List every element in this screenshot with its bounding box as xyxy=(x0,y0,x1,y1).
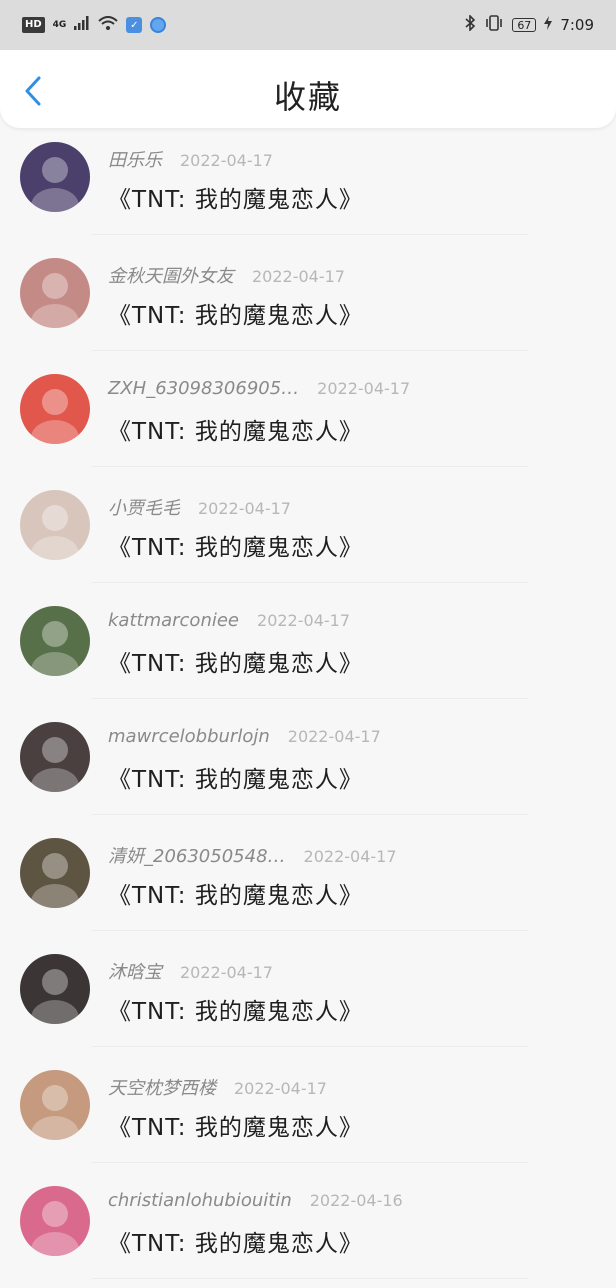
favorite-date: 2022-04-17 xyxy=(257,611,350,630)
divider xyxy=(92,1046,528,1047)
username[interactable]: mawrcelobburlojn xyxy=(108,726,270,747)
divider xyxy=(92,930,528,931)
hd-badge: HD xyxy=(22,17,45,33)
avatar[interactable] xyxy=(20,1186,90,1256)
favorite-item[interactable]: 金秋天圄外女友 2022-04-17 《TNT: 我的魔鬼恋人》 xyxy=(0,244,616,360)
divider xyxy=(92,1162,528,1163)
battery-icon: 67 xyxy=(512,18,537,32)
avatar[interactable] xyxy=(20,838,90,908)
work-title[interactable]: 《TNT: 我的魔鬼恋人》 xyxy=(108,992,363,1026)
status-bar-right: 67 7:09 xyxy=(464,14,594,35)
avatar[interactable] xyxy=(20,258,90,328)
username[interactable]: 清妍_2063050548… xyxy=(108,842,286,868)
item-meta: 天空枕梦西楼 2022-04-17 xyxy=(108,1074,327,1100)
item-meta: 沐晗宝 2022-04-17 xyxy=(108,958,273,984)
favorite-date: 2022-04-17 xyxy=(180,151,273,170)
work-title[interactable]: 《TNT: 我的魔鬼恋人》 xyxy=(108,1108,363,1142)
avatar[interactable] xyxy=(20,142,90,212)
work-title[interactable]: 《TNT: 我的魔鬼恋人》 xyxy=(108,412,363,446)
page-title: 收藏 xyxy=(273,78,342,116)
divider xyxy=(92,582,528,583)
divider xyxy=(92,466,528,467)
globe-icon xyxy=(150,17,167,33)
favorite-date: 2022-04-16 xyxy=(309,1191,403,1210)
favorite-date: 2022-04-17 xyxy=(317,379,411,398)
avatar[interactable] xyxy=(20,374,90,444)
favorite-date: 2022-04-17 xyxy=(287,727,381,746)
favorite-item[interactable]: ZXH_63098306905… 2022-04-17 《TNT: 我的魔鬼恋人… xyxy=(0,360,616,476)
work-title[interactable]: 《TNT: 我的魔鬼恋人》 xyxy=(108,876,363,910)
favorite-item[interactable]: christianlohubiouitin 2022-04-16 《TNT: 我… xyxy=(0,1172,616,1288)
favorite-date: 2022-04-17 xyxy=(303,847,397,866)
wifi-icon xyxy=(98,16,118,34)
app-header: 收藏 xyxy=(0,50,616,128)
work-title[interactable]: 《TNT: 我的魔鬼恋人》 xyxy=(108,1224,363,1258)
status-bar-left: HD 4G ✓ xyxy=(22,16,167,34)
favorite-item[interactable]: mawrcelobburlojn 2022-04-17 《TNT: 我的魔鬼恋人… xyxy=(0,708,616,824)
work-title[interactable]: 《TNT: 我的魔鬼恋人》 xyxy=(108,180,363,214)
item-meta: 清妍_2063050548… 2022-04-17 xyxy=(108,842,397,868)
divider xyxy=(92,1278,528,1279)
favorite-date: 2022-04-17 xyxy=(198,499,291,518)
divider xyxy=(92,814,528,815)
divider xyxy=(92,350,528,351)
battery-level: 67 xyxy=(517,18,532,32)
avatar[interactable] xyxy=(20,606,90,676)
work-title[interactable]: 《TNT: 我的魔鬼恋人》 xyxy=(108,644,363,678)
work-title[interactable]: 《TNT: 我的魔鬼恋人》 xyxy=(108,528,363,562)
item-meta: ZXH_63098306905… 2022-04-17 xyxy=(108,378,410,399)
username[interactable]: 金秋天圄外女友 xyxy=(108,262,234,288)
work-title[interactable]: 《TNT: 我的魔鬼恋人》 xyxy=(108,760,363,794)
divider xyxy=(92,698,528,699)
favorite-item[interactable]: 天空枕梦西楼 2022-04-17 《TNT: 我的魔鬼恋人》 xyxy=(0,1056,616,1172)
username[interactable]: 沐晗宝 xyxy=(108,958,162,984)
item-meta: 田乐乐 2022-04-17 xyxy=(108,146,273,172)
item-meta: mawrcelobburlojn 2022-04-17 xyxy=(108,726,381,747)
username[interactable]: kattmarconiee xyxy=(108,610,239,631)
favorite-date: 2022-04-17 xyxy=(234,1079,327,1098)
favorite-date: 2022-04-17 xyxy=(252,267,345,286)
favorites-list: 田乐乐 2022-04-17 《TNT: 我的魔鬼恋人》 金秋天圄外女友 202… xyxy=(0,128,616,1288)
favorite-item[interactable]: 沐晗宝 2022-04-17 《TNT: 我的魔鬼恋人》 xyxy=(0,940,616,1056)
username[interactable]: 田乐乐 xyxy=(108,146,162,172)
favorite-item[interactable]: 清妍_2063050548… 2022-04-17 《TNT: 我的魔鬼恋人》 xyxy=(0,824,616,940)
username[interactable]: christianlohubiouitin xyxy=(108,1190,292,1211)
favorite-item[interactable]: 田乐乐 2022-04-17 《TNT: 我的魔鬼恋人》 xyxy=(0,128,616,244)
item-meta: 小贾毛毛 2022-04-17 xyxy=(108,494,291,520)
work-title[interactable]: 《TNT: 我的魔鬼恋人》 xyxy=(108,296,363,330)
avatar[interactable] xyxy=(20,722,90,792)
favorite-date: 2022-04-17 xyxy=(180,963,273,982)
username[interactable]: 小贾毛毛 xyxy=(108,494,180,520)
item-meta: 金秋天圄外女友 2022-04-17 xyxy=(108,262,345,288)
charging-icon xyxy=(544,16,553,34)
favorite-item[interactable]: kattmarconiee 2022-04-17 《TNT: 我的魔鬼恋人》 xyxy=(0,592,616,708)
clock: 7:09 xyxy=(560,16,594,34)
shield-icon: ✓ xyxy=(126,17,143,33)
avatar[interactable] xyxy=(20,954,90,1024)
signal-icon xyxy=(74,16,90,34)
avatar[interactable] xyxy=(20,490,90,560)
item-meta: kattmarconiee 2022-04-17 xyxy=(108,610,350,631)
username[interactable]: 天空枕梦西楼 xyxy=(108,1074,216,1100)
item-meta: christianlohubiouitin 2022-04-16 xyxy=(108,1190,403,1211)
avatar[interactable] xyxy=(20,1070,90,1140)
username[interactable]: ZXH_63098306905… xyxy=(108,378,299,399)
bluetooth-icon xyxy=(464,14,476,35)
vibrate-icon xyxy=(484,15,504,35)
status-bar: HD 4G ✓ 67 7:09 xyxy=(0,0,616,50)
network-type: 4G xyxy=(52,19,67,30)
divider xyxy=(92,234,528,235)
favorite-item[interactable]: 小贾毛毛 2022-04-17 《TNT: 我的魔鬼恋人》 xyxy=(0,476,616,592)
